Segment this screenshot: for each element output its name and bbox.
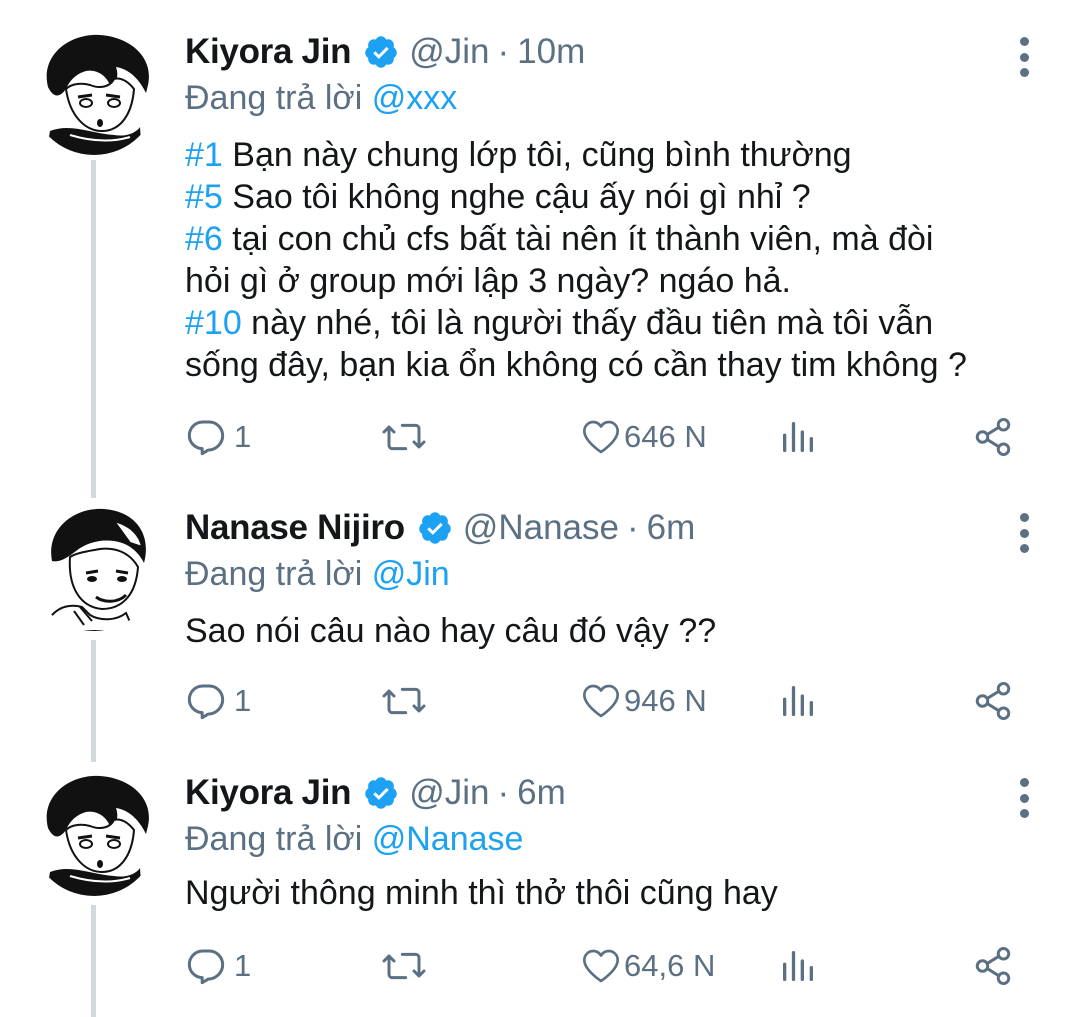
verified-badge-icon bbox=[363, 775, 399, 811]
reply-button[interactable]: 1 bbox=[186, 676, 251, 726]
tweet-text-line: #6 tại con chủ cfs bất tài nên ít thành … bbox=[185, 220, 934, 258]
like-count: 946 N bbox=[624, 683, 707, 718]
hashtag-link[interactable]: #10 bbox=[185, 304, 242, 342]
separator-dot: · bbox=[497, 773, 510, 812]
tweet[interactable]: Kiyora Jin @Jin · 10m Đang trả lời @xxx … bbox=[0, 27, 1080, 467]
share-icon bbox=[972, 416, 1014, 458]
tweet-text-line: Người thông minh thì thở thôi cũng hay bbox=[185, 874, 778, 912]
mention-link[interactable]: @Jin bbox=[372, 555, 450, 593]
user-handle[interactable]: @Nanase bbox=[463, 508, 619, 548]
tweet-text-line: hỏi gì ở group mới lập 3 ngày? ngáo hả. bbox=[185, 262, 791, 300]
avatar[interactable] bbox=[30, 27, 158, 155]
more-vertical-icon[interactable] bbox=[1012, 37, 1036, 77]
tweet-actions: 1 64,6 N bbox=[0, 941, 1080, 991]
bar-chart-icon bbox=[778, 946, 818, 986]
tweet-text-line: #1 Bạn này chung lớp tôi, cũng bình thườ… bbox=[185, 136, 852, 174]
tweet-text-line: #5 Sao tôi không nghe cậu ấy nói gì nhỉ … bbox=[185, 178, 811, 216]
reply-bubble-icon bbox=[186, 417, 226, 457]
tweet-text: Sao nói câu nào hay câu đó vậy ?? bbox=[185, 610, 716, 652]
verified-badge-icon bbox=[417, 510, 453, 546]
reply-button[interactable]: 1 bbox=[186, 941, 251, 991]
bar-chart-icon bbox=[778, 417, 818, 457]
retweet-button[interactable] bbox=[380, 676, 428, 726]
display-name[interactable]: Kiyora Jin bbox=[185, 32, 352, 72]
bar-chart-icon bbox=[778, 681, 818, 721]
avatar[interactable] bbox=[30, 768, 158, 896]
share-button[interactable] bbox=[972, 676, 1014, 726]
avatar-image bbox=[46, 775, 149, 896]
avatar[interactable] bbox=[30, 503, 158, 631]
stats-button[interactable] bbox=[778, 412, 818, 462]
tweet-text-line: Sao nói câu nào hay câu đó vậy ?? bbox=[185, 612, 717, 650]
replying-to: Đang trả lời @xxx bbox=[185, 79, 457, 118]
separator-dot: · bbox=[626, 508, 639, 547]
reply-count: 1 bbox=[234, 948, 252, 983]
avatar-image bbox=[42, 508, 146, 631]
heart-icon bbox=[580, 946, 622, 986]
retweet-icon bbox=[380, 681, 428, 721]
like-count: 646 N bbox=[624, 419, 707, 454]
display-name[interactable]: Kiyora Jin bbox=[185, 773, 352, 813]
tweet[interactable]: Kiyora Jin @Jin · 6m Đang trả lời @Nanas… bbox=[0, 768, 1080, 1008]
timestamp[interactable]: 6m bbox=[647, 508, 696, 548]
stats-button[interactable] bbox=[778, 941, 818, 991]
more-vertical-icon[interactable] bbox=[1012, 778, 1036, 818]
share-button[interactable] bbox=[972, 412, 1014, 462]
like-button[interactable]: 946 N bbox=[580, 676, 707, 726]
like-count: 64,6 N bbox=[624, 948, 716, 983]
tweet-text-line: sống đây, bạn kia ổn không có cần thay t… bbox=[185, 346, 967, 384]
share-button[interactable] bbox=[972, 941, 1014, 991]
timestamp[interactable]: 10m bbox=[517, 32, 585, 72]
user-handle[interactable]: @Jin bbox=[409, 32, 489, 72]
reply-bubble-icon bbox=[186, 946, 226, 986]
retweet-button[interactable] bbox=[380, 412, 428, 462]
tweet-text: #1 Bạn này chung lớp tôi, cũng bình thườ… bbox=[185, 134, 967, 386]
replying-to: Đang trả lời @Jin bbox=[185, 555, 450, 594]
user-handle[interactable]: @Jin bbox=[409, 773, 489, 813]
verified-badge-icon bbox=[363, 34, 399, 70]
hashtag-link[interactable]: #6 bbox=[185, 220, 223, 258]
tweet-text: Người thông minh thì thở thôi cũng hay bbox=[185, 872, 778, 914]
mention-link[interactable]: @Nanase bbox=[372, 820, 524, 858]
more-vertical-icon[interactable] bbox=[1012, 513, 1036, 553]
like-button[interactable]: 646 N bbox=[580, 412, 707, 462]
tweet[interactable]: Nanase Nijiro @Nanase · 6m Đang trả lời … bbox=[0, 503, 1080, 733]
tweet-actions: 1 646 N bbox=[0, 412, 1080, 462]
like-button[interactable]: 64,6 N bbox=[580, 941, 715, 991]
tweet-text-line: #10 này nhé, tôi là người thấy đầu tiên … bbox=[185, 304, 934, 342]
mention-link[interactable]: @xxx bbox=[372, 79, 458, 117]
tweet-actions: 1 946 N bbox=[0, 676, 1080, 726]
avatar-image bbox=[46, 34, 149, 155]
separator-dot: · bbox=[497, 32, 510, 71]
share-icon bbox=[972, 945, 1014, 987]
reply-count: 1 bbox=[234, 419, 252, 454]
replying-to: Đang trả lời @Nanase bbox=[185, 820, 523, 859]
tweet-header: Kiyora Jin @Jin · 6m bbox=[185, 768, 566, 818]
hashtag-link[interactable]: #1 bbox=[185, 136, 223, 174]
reply-bubble-icon bbox=[186, 681, 226, 721]
replying-to-label: Đang trả lời bbox=[185, 820, 363, 858]
tweet-header: Kiyora Jin @Jin · 10m bbox=[185, 27, 585, 77]
timestamp[interactable]: 6m bbox=[517, 773, 566, 813]
retweet-button[interactable] bbox=[380, 941, 428, 991]
share-icon bbox=[972, 680, 1014, 722]
heart-icon bbox=[580, 681, 622, 721]
heart-icon bbox=[580, 417, 622, 457]
tweet-header: Nanase Nijiro @Nanase · 6m bbox=[185, 503, 695, 553]
reply-button[interactable]: 1 bbox=[186, 412, 251, 462]
replying-to-label: Đang trả lời bbox=[185, 79, 363, 117]
stats-button[interactable] bbox=[778, 676, 818, 726]
display-name[interactable]: Nanase Nijiro bbox=[185, 508, 405, 548]
retweet-icon bbox=[380, 417, 428, 457]
retweet-icon bbox=[380, 946, 428, 986]
hashtag-link[interactable]: #5 bbox=[185, 178, 223, 216]
reply-count: 1 bbox=[234, 683, 252, 718]
replying-to-label: Đang trả lời bbox=[185, 555, 363, 593]
